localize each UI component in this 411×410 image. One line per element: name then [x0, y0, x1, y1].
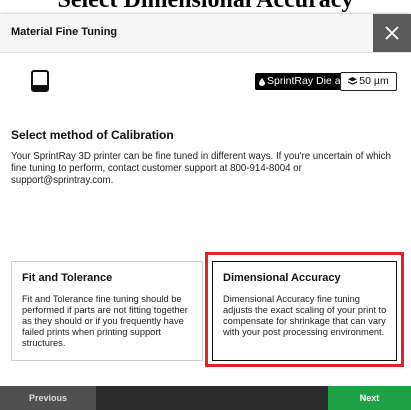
calibration-title: Select method of Calibration — [11, 128, 174, 142]
printer-icon — [31, 70, 49, 92]
resin-drop-icon — [259, 78, 265, 86]
calibration-description: Your SprintRay 3D printer can be fine tu… — [11, 151, 391, 186]
card-title: Dimensional Accuracy — [223, 272, 341, 284]
card-description: Fit and Tolerance fine tuning should be … — [22, 294, 188, 348]
card-title: Fit and Tolerance — [22, 272, 113, 284]
layer-height-selector[interactable]: 50 µm — [340, 72, 397, 91]
dialog-footer: Previous Next — [0, 386, 411, 410]
dimensional-accuracy-card[interactable]: Dimensional Accuracy Dimensional Accurac… — [212, 261, 397, 361]
fit-and-tolerance-card[interactable]: Fit and Tolerance Fit and Tolerance fine… — [11, 261, 203, 361]
fine-tuning-dialog: Material Fine Tuning SprintRay Die and M… — [0, 14, 411, 410]
dialog-title: Material Fine Tuning — [11, 26, 118, 38]
next-button[interactable]: Next — [328, 386, 411, 410]
previous-button[interactable]: Previous — [0, 386, 96, 410]
page-heading: Select Dimensional Accuracy — [57, 0, 354, 13]
card-description: Dimensional Accuracy fine tuning adjusts… — [223, 294, 387, 337]
layer-height-label: 50 µm — [359, 75, 389, 87]
close-button[interactable] — [373, 14, 411, 52]
dialog-title-bar: Material Fine Tuning — [0, 14, 411, 53]
layers-icon — [348, 77, 358, 85]
close-icon — [385, 26, 399, 40]
